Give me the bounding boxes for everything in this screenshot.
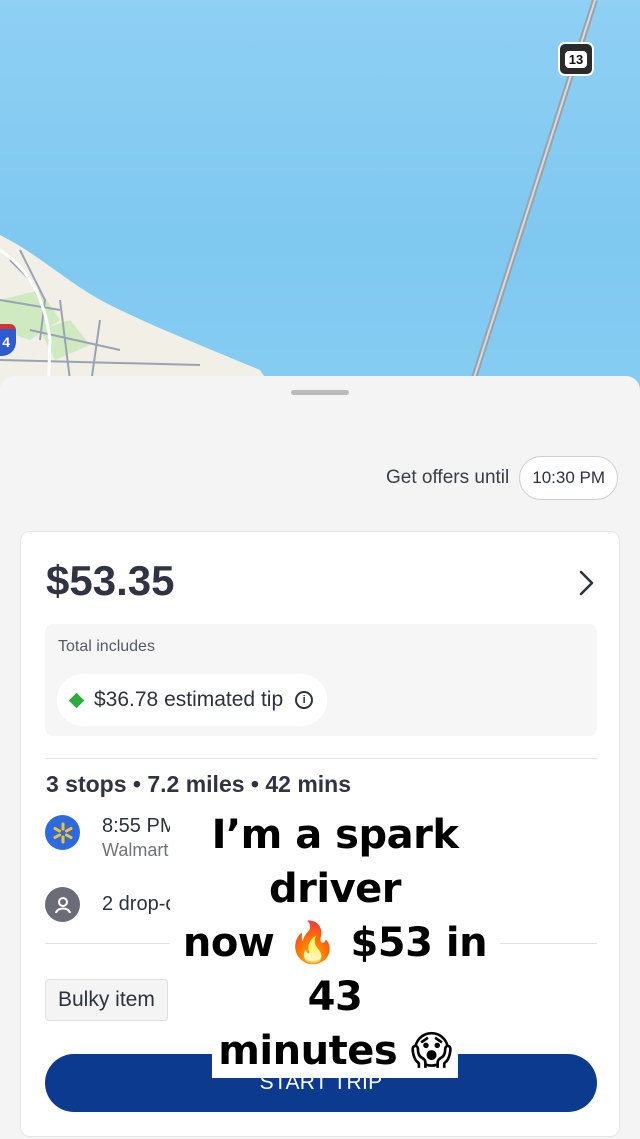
caption-line-3: minutes 😱	[212, 1024, 458, 1078]
chevron-right-icon[interactable]	[573, 568, 599, 598]
estimated-tip-label: $36.78 estimated tip	[94, 688, 284, 711]
route-13-shield: 13	[558, 42, 594, 76]
estimated-tip-pill[interactable]: $36.78 estimated tip i	[57, 674, 328, 726]
person-icon	[45, 887, 80, 922]
map-view[interactable]: 13 4	[0, 0, 640, 400]
bulky-item-tag: Bulky item	[45, 979, 168, 1021]
divider	[45, 758, 597, 759]
caption-line-2: now 🔥 $53 in 43	[170, 916, 500, 1024]
total-includes-label: Total includes	[58, 638, 155, 655]
caption-line-1: I’m a spark driver	[170, 808, 500, 916]
pickup-store: Walmart	[102, 840, 169, 860]
total-includes-box: Total includes $36.78 estimated tip i	[45, 624, 597, 736]
offer-price: $53.35	[46, 557, 175, 604]
offers-time-pill[interactable]: 10:30 PM	[519, 456, 618, 500]
offers-until-row: Get offers until 10:30 PM	[386, 456, 618, 500]
offers-until-label: Get offers until	[386, 467, 510, 488]
walmart-icon	[45, 815, 80, 850]
stop-row-pickup: 8:55 PM Walmart	[45, 815, 176, 861]
tip-diamond-icon	[68, 692, 85, 708]
pickup-time: 8:55 PM	[102, 815, 177, 837]
map-graphic	[0, 0, 598, 400]
sheet-drag-handle[interactable]	[291, 390, 349, 395]
trip-summary: 3 stops • 7.2 miles • 42 mins	[46, 771, 352, 797]
video-caption-overlay: I’m a spark driver now 🔥 $53 in 43 minut…	[170, 808, 500, 1078]
info-icon[interactable]: i	[295, 691, 314, 709]
